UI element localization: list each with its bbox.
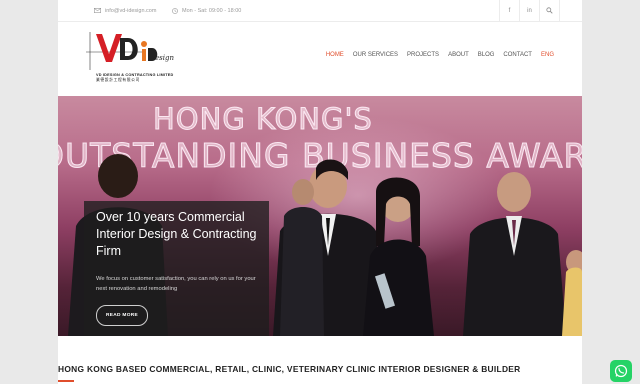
nav-our-services[interactable]: OUR SERVICES <box>353 52 398 58</box>
mail-icon <box>94 8 101 13</box>
hero-caption-title: Over 10 years Commercial Interior Design… <box>96 210 257 258</box>
language-switch[interactable]: ENG <box>541 52 554 58</box>
social-icons: f in <box>499 0 560 21</box>
hero-caption: Over 10 years Commercial Interior Design… <box>84 201 269 336</box>
search-icon[interactable] <box>539 0 560 21</box>
company-logo[interactable]: esign VD IDESIGN & CONTRACTING LIMITED 業… <box>86 30 182 86</box>
hero-caption-text: We focus on customer satisfaction, you c… <box>96 276 256 292</box>
heading-underline <box>58 380 74 382</box>
page: info@vd-idesign.com Mon - Sat: 09:00 - 1… <box>58 0 582 384</box>
hero-slider[interactable]: HONG KONG'S OUTSTANDING BUSINESS AWARDS <box>58 96 582 336</box>
logo-company-zh: 業德設計工程有限公司 <box>96 78 140 82</box>
nav-projects[interactable]: PROJECTS <box>407 52 439 58</box>
clock-icon <box>172 7 178 14</box>
nav-contact[interactable]: CONTACT <box>503 52 532 58</box>
linkedin-icon[interactable]: in <box>519 0 539 21</box>
hours-text: Mon - Sat: 09:00 - 18:00 <box>182 7 242 14</box>
whatsapp-icon <box>614 364 628 378</box>
nav-about[interactable]: ABOUT <box>448 52 469 58</box>
hours-info: Mon - Sat: 09:00 - 18:00 <box>172 0 241 21</box>
nav-blog[interactable]: BLOG <box>478 52 495 58</box>
email-text[interactable]: info@vd-idesign.com <box>105 8 156 14</box>
section-heading: HONG KONG BASED COMMERCIAL, RETAIL, CLIN… <box>58 364 521 374</box>
email-info[interactable]: info@vd-idesign.com <box>94 0 156 21</box>
logo-mark: esign <box>86 32 174 70</box>
logo-company-en: VD IDESIGN & CONTRACTING LIMITED <box>96 73 174 77</box>
logo-script: esign <box>155 54 174 62</box>
nav-home[interactable]: HOME <box>326 52 344 58</box>
main-nav: HOME OUR SERVICES PROJECTS ABOUT BLOG CO… <box>326 52 554 58</box>
facebook-icon[interactable]: f <box>499 0 519 21</box>
whatsapp-button[interactable] <box>610 360 632 382</box>
top-bar: info@vd-idesign.com Mon - Sat: 09:00 - 1… <box>58 0 582 22</box>
read-more-button[interactable]: READ MORE <box>96 305 148 326</box>
